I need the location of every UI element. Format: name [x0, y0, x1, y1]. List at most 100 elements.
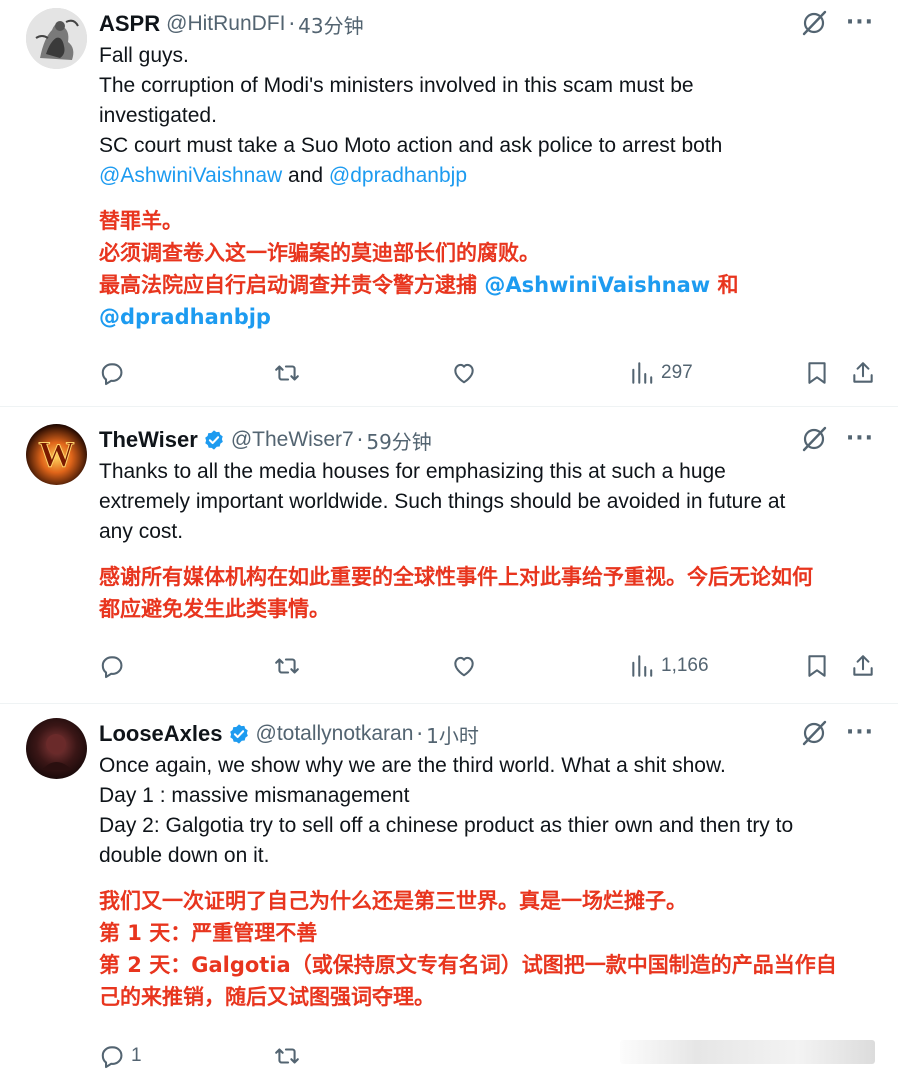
avatar[interactable] — [26, 718, 87, 779]
mention-link[interactable]: @AshwiniVaishnaw — [99, 164, 282, 187]
action-bar: 1,166 — [99, 650, 878, 682]
text-line: extremely important worldwide. Such thin… — [99, 487, 874, 517]
user-handle[interactable]: @TheWiser7 — [231, 428, 354, 452]
text-line: 第 2 天：Galgotia（或保持原文专有名词）试图把一款中国制造的产品当作自 — [99, 949, 874, 981]
retweet-icon — [275, 658, 299, 674]
tweet-translation: 我们又一次证明了自己为什么还是第三世界。真是一场烂摊子。第 1 天：严重管理不善… — [99, 885, 874, 1013]
views-icon — [632, 655, 653, 677]
views-button[interactable]: 297 — [629, 360, 693, 386]
text-line: 己的来推销，随后又试图强词夺理。 — [99, 981, 874, 1013]
views-count: 1,166 — [661, 655, 709, 676]
text-line: Thanks to all the media houses for empha… — [99, 457, 874, 487]
views-button[interactable]: 1,166 — [629, 653, 709, 679]
share-button[interactable] — [850, 360, 876, 386]
more-icon[interactable]: ··· — [846, 12, 874, 34]
text-segment: extremely important worldwide. Such thin… — [99, 490, 786, 513]
text-line: 最高法院应自行启动调查并责令警方逮捕 @AshwiniVaishnaw 和 — [99, 269, 874, 301]
avatar[interactable] — [26, 8, 87, 69]
share-icon — [853, 362, 873, 383]
text-segment: 最高法院应自行启动调查并责令警方逮捕 — [99, 273, 485, 297]
avatar-image: W — [26, 424, 87, 485]
text-segment: 己的来推销，随后又试图强词夺理。 — [99, 985, 435, 1009]
text-segment: Day 1 : massive mismanagement — [99, 784, 410, 807]
share-icon — [853, 655, 873, 676]
mention-link[interactable]: @AshwiniVaishnaw — [484, 273, 710, 297]
retweet-icon — [275, 365, 299, 381]
more-icon[interactable]: ··· — [846, 722, 874, 744]
action-bar: 297 — [99, 357, 878, 389]
tweet-translation: 感谢所有媒体机构在如此重要的全球性事件上对此事给予重视。今后无论如何都应避免发生… — [99, 561, 874, 625]
tweet-content: LooseAxles @totallynotkaran · 1小时 ··· On… — [99, 719, 874, 1013]
verified-badge-icon — [205, 430, 223, 450]
retweet-icon — [275, 1048, 299, 1064]
user-handle[interactable]: @totallynotkaran — [256, 722, 414, 746]
separator-dot: · — [288, 12, 296, 36]
user-handle[interactable]: @HitRunDFI — [166, 12, 285, 36]
bookmark-icon — [808, 362, 826, 384]
bookmark-icon — [808, 655, 826, 677]
reply-icon — [101, 363, 123, 386]
text-line: 第 1 天：严重管理不善 — [99, 917, 874, 949]
text-segment: 和 — [710, 273, 739, 297]
text-segment: SC court must take a Suo Moto action and… — [99, 134, 723, 157]
text-segment: investigated. — [99, 104, 217, 127]
avatar-image — [26, 718, 87, 779]
display-name[interactable]: TheWiser — [99, 427, 198, 453]
views-icon — [632, 362, 653, 384]
bookmark-button[interactable] — [804, 653, 830, 679]
grok-icon[interactable] — [800, 719, 828, 747]
retweet-button[interactable] — [274, 1043, 300, 1069]
text-line: Day 1 : massive mismanagement — [99, 781, 874, 811]
reply-count: 1 — [131, 1045, 142, 1066]
tweet-text: Fall guys. The corruption of Modi's minis… — [99, 41, 874, 191]
timestamp[interactable]: 1小时 — [426, 720, 479, 749]
tweet-translation: 替罪羊。 必须调查卷入这一诈骗案的莫迪部长们的腐败。 最高法院应自行启动调查并责令警… — [99, 205, 874, 333]
tweet[interactable]: W TheWiser @TheWiser7 · 59分钟 ··· Thanks … — [0, 407, 898, 704]
text-segment: 替罪羊。 — [99, 209, 183, 233]
reply-button[interactable] — [99, 360, 125, 386]
tweet-content: TheWiser @TheWiser7 · 59分钟 ··· Thanks to… — [99, 425, 874, 625]
text-line: Day 2: Galgotia try to sell off a chines… — [99, 811, 874, 841]
retweet-button[interactable] — [274, 360, 300, 386]
avatar-image — [26, 8, 87, 69]
svg-text:W: W — [39, 434, 75, 474]
grok-icon[interactable] — [800, 425, 828, 453]
like-button[interactable] — [451, 653, 477, 679]
text-segment: double down on it. — [99, 844, 270, 867]
grok-icon[interactable] — [800, 9, 828, 37]
timestamp[interactable]: 43分钟 — [298, 10, 363, 39]
text-segment: 必须调查卷入这一诈骗案的莫迪部长们的腐败。 — [99, 241, 540, 265]
tweet-text: Once again, we show why we are the third… — [99, 751, 874, 871]
bookmark-button[interactable] — [804, 360, 830, 386]
timestamp[interactable]: 59分钟 — [366, 426, 431, 455]
views-count: 297 — [661, 362, 693, 383]
text-line: @dpradhanbjp — [99, 301, 874, 333]
reply-button[interactable]: 1 — [99, 1043, 142, 1069]
reply-button[interactable] — [99, 653, 125, 679]
avatar[interactable]: W — [26, 424, 87, 485]
retweet-button[interactable] — [274, 653, 300, 679]
display-name[interactable]: ASPR — [99, 11, 160, 37]
text-line: @AshwiniVaishnaw and @dpradhanbjp — [99, 161, 874, 191]
display-name[interactable]: LooseAxles — [99, 721, 223, 747]
tweet[interactable]: ASPR @HitRunDFI · 43分钟 ··· Fall guys. The… — [0, 0, 898, 407]
text-line: any cost. — [99, 517, 874, 547]
text-line: The corruption of Modi's ministers invol… — [99, 71, 874, 101]
text-line: investigated. — [99, 101, 874, 131]
more-icon[interactable]: ··· — [846, 428, 874, 450]
tweet-text: Thanks to all the media houses for empha… — [99, 457, 874, 547]
tweet-feed: ASPR @HitRunDFI · 43分钟 ··· Fall guys. The… — [0, 0, 898, 1087]
blurred-overlay — [620, 1040, 875, 1064]
verified-badge-icon — [229, 724, 248, 744]
text-segment: 都应避免发生此类事情。 — [99, 597, 330, 621]
text-line: 都应避免发生此类事情。 — [99, 593, 874, 625]
like-button[interactable] — [451, 360, 477, 386]
header-icons: ··· — [800, 9, 874, 37]
separator-dot: · — [356, 428, 364, 452]
share-button[interactable] — [850, 653, 876, 679]
tweet[interactable]: LooseAxles @totallynotkaran · 1小时 ··· On… — [0, 704, 898, 1087]
reply-icon — [101, 1046, 123, 1069]
text-line: 感谢所有媒体机构在如此重要的全球性事件上对此事给予重视。今后无论如何 — [99, 561, 874, 593]
mention-link[interactable]: @dpradhanbjp — [99, 305, 271, 329]
mention-link[interactable]: @dpradhanbjp — [329, 164, 467, 187]
